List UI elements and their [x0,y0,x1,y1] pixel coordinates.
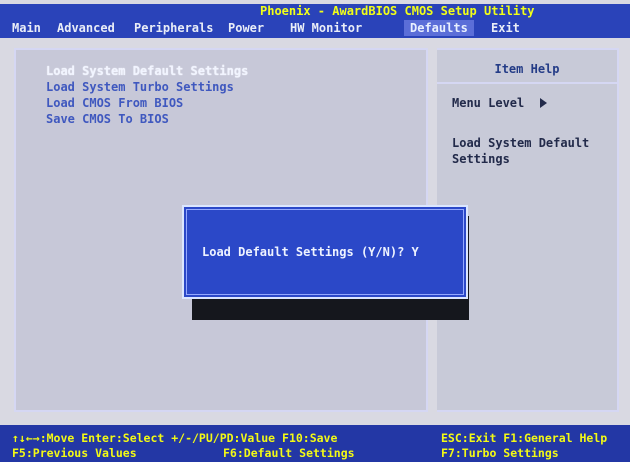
menu-item-power[interactable]: Power [228,20,264,36]
arrow-right-icon [540,98,547,108]
dialog-prompt: Load Default Settings (Y/N)? Y [202,245,419,259]
menu-item-advanced[interactable]: Advanced [57,20,115,36]
footer-turbo-settings: F7:Turbo Settings [441,446,559,460]
menu-option-load-system-turbo-settings[interactable]: Load System Turbo Settings [46,80,234,94]
footer-keys-right: ESC:Exit F1:General Help [441,431,608,445]
footer-keys-left: ↑↓←→:Move Enter:Select +/-/PU/PD:Value F… [12,431,338,445]
help-description-line-2: Settings [452,152,510,166]
menu-option-save-cmos-to-bios[interactable]: Save CMOS To BIOS [46,112,169,126]
menu-item-hw-monitor[interactable]: HW Monitor [290,20,362,36]
menu-item-defaults[interactable]: Defaults [404,20,474,36]
bios-screen: Phoenix - AwardBIOS CMOS Setup Utility M… [0,0,630,462]
help-description-line-1: Load System Default [452,136,590,150]
help-divider [437,82,617,84]
menu-level-label: Menu Level [452,96,525,110]
footer-default-settings: F6:Default Settings [223,446,355,460]
app-title: Phoenix - AwardBIOS CMOS Setup Utility [260,4,535,18]
item-help-header: Item Help [494,62,560,76]
menu-option-load-system-default-settings[interactable]: Load System Default Settings [46,64,248,78]
footer-previous-values: F5:Previous Values [12,446,137,460]
menu-item-peripherals[interactable]: Peripherals [134,20,213,36]
menu-option-load-cmos-from-bios[interactable]: Load CMOS From BIOS [46,96,183,110]
menu-item-main[interactable]: Main [12,20,41,36]
menu-item-exit[interactable]: Exit [491,20,520,36]
